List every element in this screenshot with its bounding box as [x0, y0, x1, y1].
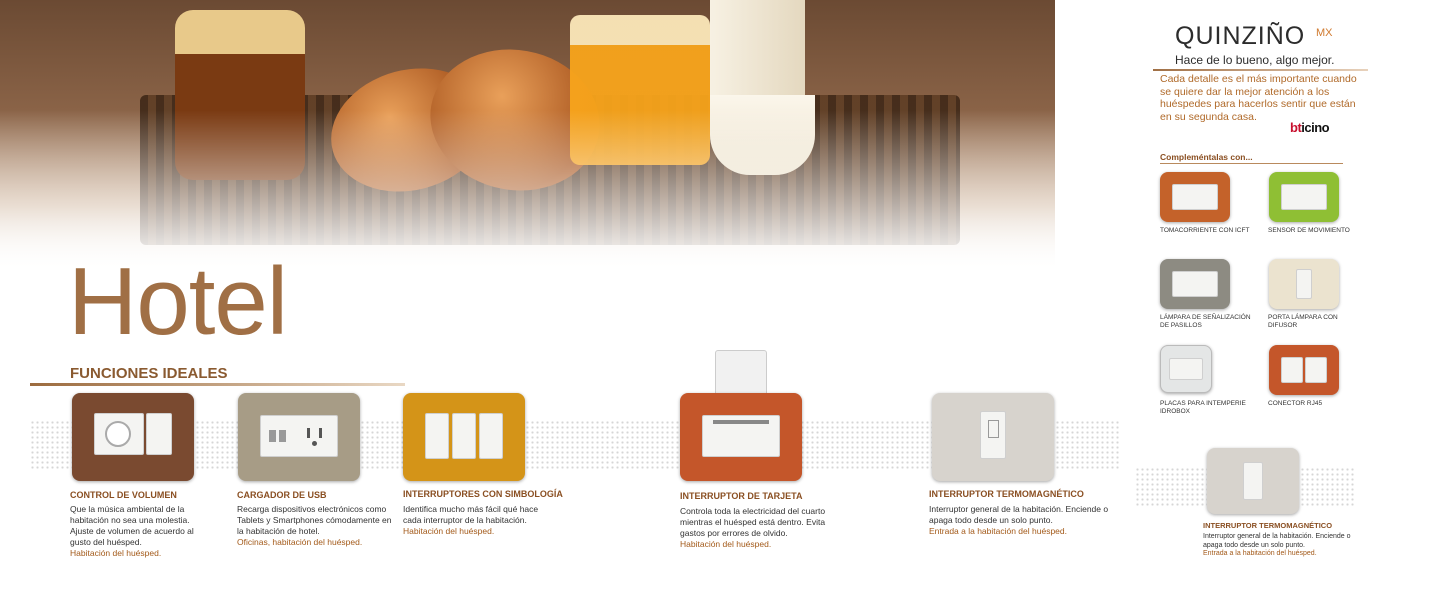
- function-description: Controla toda la electricidad del cuarto…: [680, 506, 835, 550]
- complement-plate-rj45: [1269, 345, 1339, 395]
- complement-label: CONECTOR RJ45: [1268, 400, 1323, 407]
- brand-intro: Cada detalle es el más importante cuando…: [1160, 73, 1357, 123]
- usb-port-icon: [269, 430, 276, 442]
- hero-photo: [0, 0, 1055, 275]
- function-description: Recarga dispositivos electrónicos como T…: [237, 504, 397, 548]
- function-location: Entrada a la habitación del huésped.: [929, 526, 1067, 536]
- side-feature-description: Interruptor general de la habitación. En…: [1203, 533, 1363, 559]
- complement-label: TOMACORRIENTE CON ICFT: [1160, 227, 1250, 234]
- function-location: Habitación del huésped.: [70, 548, 162, 558]
- function-location: Habitación del huésped.: [403, 526, 495, 536]
- function-label: INTERRUPTOR TERMOMAGNÉTICO: [929, 489, 1084, 499]
- usb-port-icon: [279, 430, 286, 442]
- brand-suffix: MX: [1316, 27, 1333, 39]
- breaker-toggle-icon: [988, 420, 999, 438]
- complement-plate-lamp-holder: [1269, 259, 1339, 309]
- complement-label: SENSOR DE MOVIMIENTO: [1268, 227, 1350, 234]
- function-description: Que la música ambiental de la habitación…: [70, 504, 205, 559]
- function-label: CARGADOR DE USB: [237, 490, 327, 500]
- volume-knob-icon: [105, 421, 131, 447]
- complement-label: LÁMPARA DE SEÑALIZACIÓN DE PASILLOS: [1160, 314, 1251, 329]
- function-description: Identifica mucho más fácil qué hace cada…: [403, 504, 553, 537]
- usb-charger-plate: [238, 393, 360, 481]
- function-label: INTERRUPTOR DE TARJETA: [680, 491, 803, 501]
- complements-title: Compleméntalas con...: [1160, 152, 1253, 162]
- complements-divider: [1160, 163, 1343, 164]
- complement-plate-idrobox: [1160, 345, 1212, 393]
- symbol-switches-plate: [403, 393, 525, 481]
- brand-divider: [1153, 69, 1368, 71]
- side-feature-location: Entrada a la habitación del huésped.: [1203, 550, 1317, 557]
- side-thermomagnetic-plate: [1207, 448, 1299, 514]
- card-slot-icon: [713, 420, 769, 424]
- complement-label: PLACAS PARA INTEMPERIE IDROBOX: [1160, 400, 1246, 415]
- function-label: INTERRUPTORES CON SIMBOLOGÍA: [403, 489, 563, 499]
- complement-label: PORTA LÁMPARA CON DIFUSOR: [1268, 314, 1338, 329]
- bticino-logo: bticino: [1290, 120, 1330, 135]
- function-location: Oficinas, habitación del huésped.: [237, 537, 363, 547]
- section-divider: [30, 383, 405, 386]
- complement-plate-hall-lamp: [1160, 259, 1230, 309]
- side-feature-label: INTERRUPTOR TERMOMAGNÉTICO: [1203, 521, 1333, 530]
- function-label: CONTROL DE VOLUMEN: [70, 490, 177, 500]
- brand-slogan: Hace de lo bueno, algo mejor.: [1175, 53, 1335, 67]
- volume-control-plate: [72, 393, 194, 481]
- complement-plate-icft: [1160, 172, 1230, 222]
- brand-logo: QUINZIÑO: [1175, 22, 1306, 50]
- outlet-icon: [307, 428, 310, 438]
- function-description: Interruptor general de la habitación. En…: [929, 504, 1109, 536]
- page-title: Hotel: [68, 248, 288, 355]
- function-location: Habitación del huésped.: [680, 539, 772, 549]
- card-switch-plate: [680, 393, 802, 481]
- complement-plate-motion-sensor: [1269, 172, 1339, 222]
- thermomagnetic-plate: [932, 393, 1054, 481]
- section-title: FUNCIONES IDEALES: [70, 365, 228, 382]
